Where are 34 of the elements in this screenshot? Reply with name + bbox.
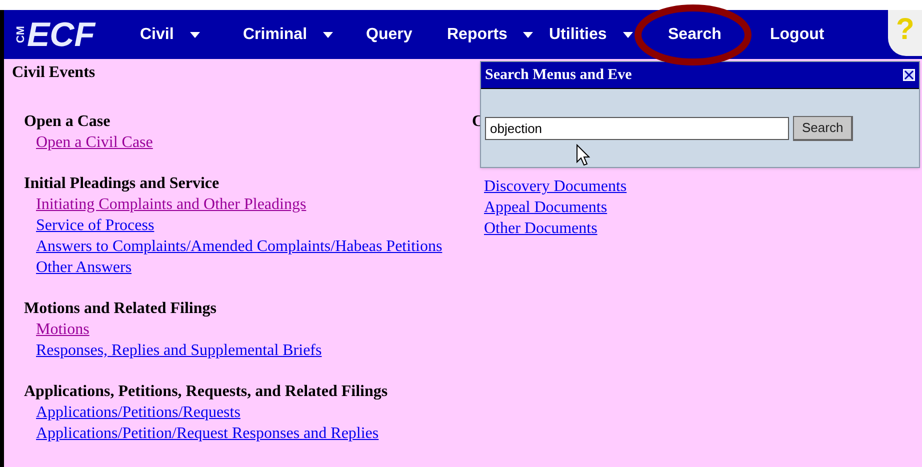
search-button[interactable]: Search <box>793 116 854 141</box>
section-heading: Motions and Related Filings <box>24 299 218 319</box>
caret-icon[interactable] <box>323 32 334 38</box>
event-link[interactable]: Responses, Replies and Supplemental Briefs <box>36 340 322 361</box>
menu-item[interactable]: Logout <box>770 22 824 46</box>
event-link[interactable]: Appeal Documents <box>484 197 608 218</box>
menu-item[interactable]: Utilities <box>549 22 607 46</box>
event-link[interactable]: Service of Process <box>36 215 154 236</box>
event-link[interactable]: Discovery Documents <box>484 176 627 197</box>
event-link[interactable]: Other Answers <box>36 257 132 278</box>
event-link[interactable]: Answers to Complaints/Amended Complaints/Habeas Petitions <box>36 236 442 257</box>
logo: CM ECF <box>16 18 97 52</box>
dialog-title: Search Menus and Eve <box>485 66 632 85</box>
mouse-pointer-icon <box>576 144 590 166</box>
caret-icon[interactable] <box>523 32 534 38</box>
event-link[interactable]: Applications/Petition/Request Responses and Replies <box>36 423 379 444</box>
caret-icon[interactable] <box>622 32 633 38</box>
event-link[interactable]: Motions <box>36 319 90 340</box>
search-field[interactable]: objection <box>485 117 789 140</box>
menu-item[interactable]: Reports <box>447 22 508 46</box>
page-title: Civil Events <box>12 63 96 83</box>
event-link[interactable]: Other Documents <box>484 218 598 239</box>
caret-icon[interactable] <box>190 32 200 38</box>
menu-item[interactable]: Search <box>668 22 722 46</box>
event-link[interactable]: Applications/Petitions/Requests <box>36 402 240 423</box>
event-link[interactable]: Open a Civil Case <box>36 132 153 153</box>
menu-item[interactable]: Civil <box>140 22 174 46</box>
menu-item[interactable]: Query <box>366 22 412 46</box>
section-heading: Open a Case <box>24 112 112 132</box>
section-heading: Initial Pleadings and Service <box>24 174 220 194</box>
event-link[interactable]: Initiating Complaints and Other Pleadings <box>36 194 306 215</box>
section-heading: Applications, Petitions, Requests, and Related Filings <box>24 382 389 402</box>
menu-item[interactable]: Criminal <box>243 22 308 46</box>
close-icon[interactable] <box>903 69 915 81</box>
